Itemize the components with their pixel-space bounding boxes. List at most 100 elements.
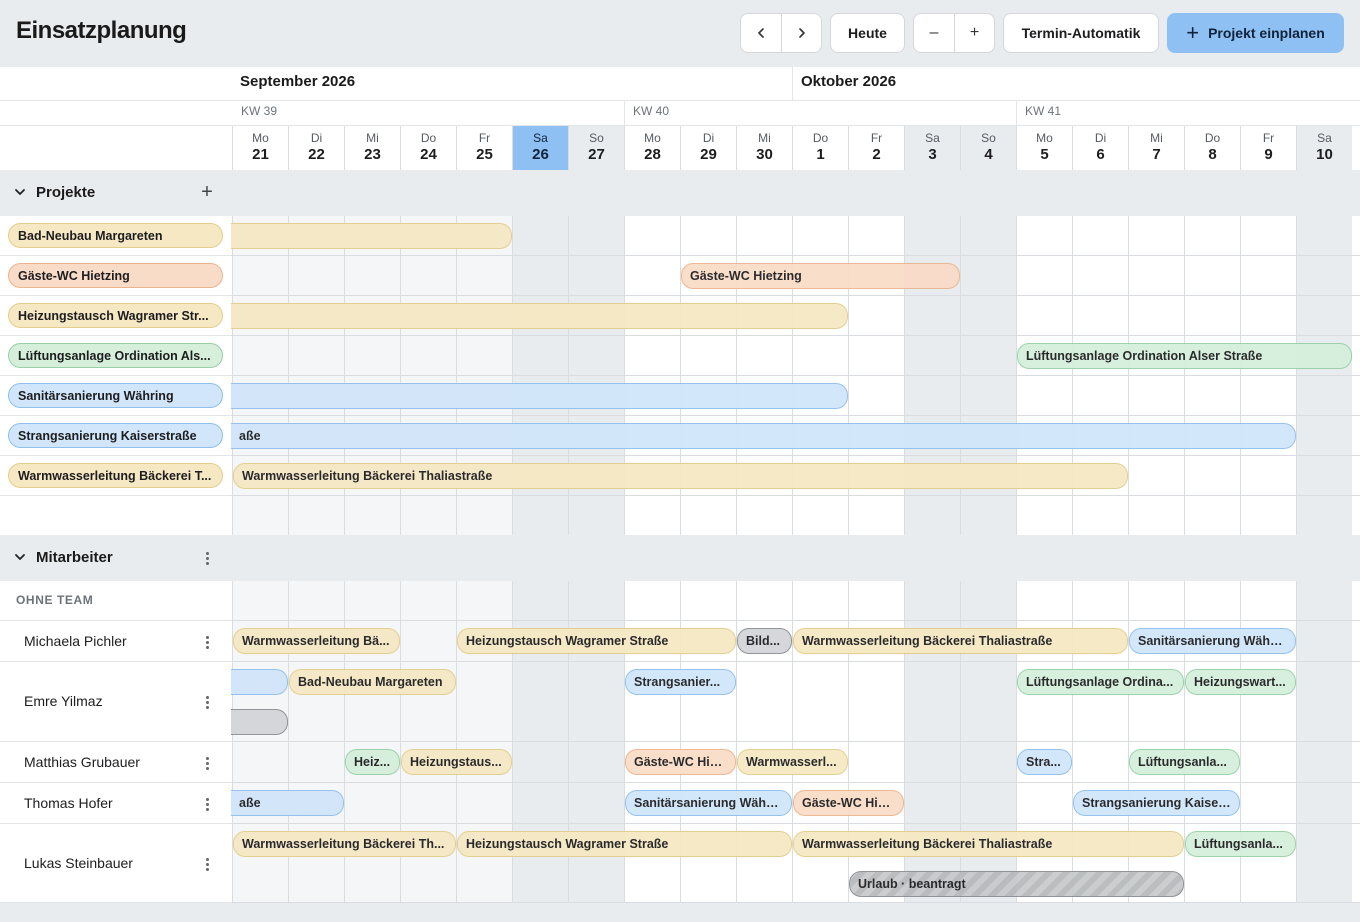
weekday-label: Do xyxy=(1204,131,1221,145)
day-header[interactable]: Fr 9 xyxy=(1240,126,1296,170)
day-header[interactable]: Fr 25 xyxy=(456,126,512,170)
assignment-bar[interactable]: Lüftungsanla... xyxy=(1185,831,1296,857)
assignment-bar[interactable]: Warmwasserleitung Bäckerei Th... xyxy=(233,831,456,857)
more-options-icon[interactable] xyxy=(199,854,215,874)
project-bar[interactable] xyxy=(231,303,848,329)
weekday-label: Fr xyxy=(1262,131,1275,145)
projects-timeline: Gäste-WC Hietzing Lüftungsanlage Ordinati… xyxy=(231,216,1360,535)
assignment-bar[interactable]: Urlaub · beantragt xyxy=(849,871,1184,897)
more-options-icon[interactable] xyxy=(199,692,215,712)
day-header[interactable]: Mo 28 xyxy=(624,126,680,170)
more-options-icon[interactable] xyxy=(199,548,215,568)
zoom-out-button[interactable]: – xyxy=(914,14,954,52)
day-header[interactable]: Mi 7 xyxy=(1128,126,1184,170)
chevron-down-icon[interactable] xyxy=(14,186,26,198)
day-header[interactable]: Di 29 xyxy=(680,126,736,170)
project-item[interactable]: Bad-Neubau Margareten xyxy=(8,223,223,248)
staff-timeline: Warmwasserleitung Bä... Heizungstausch Wa… xyxy=(231,581,1360,903)
assignment-bar[interactable]: Heiz... xyxy=(345,749,400,775)
employee-name[interactable]: Michaela Pichler xyxy=(24,633,127,649)
row-divider xyxy=(0,661,231,662)
assignment-bar[interactable]: Sanitärsanierung Währi... xyxy=(1129,628,1296,654)
day-header[interactable]: Sa 10 xyxy=(1296,126,1352,170)
assignment-bar[interactable]: Strangsanierung Kaiser... xyxy=(1073,790,1240,816)
assignment-bar[interactable]: Warmwasserl... xyxy=(737,749,848,775)
prev-button[interactable] xyxy=(741,14,781,52)
auto-schedule-button[interactable]: Termin-Automatik xyxy=(1003,13,1159,53)
assignment-bar[interactable]: Warmwasserleitung Bäckerei Thaliastraße xyxy=(793,831,1184,857)
assignment-bar[interactable] xyxy=(231,709,288,735)
day-number: 24 xyxy=(420,146,437,163)
day-header[interactable]: Mi 30 xyxy=(736,126,792,170)
assignment-bar[interactable]: Sanitärsanierung Währi... xyxy=(625,790,792,816)
today-button[interactable]: Heute xyxy=(830,13,905,53)
employee-name[interactable]: Matthias Grubauer xyxy=(24,754,140,770)
weekday-label: Sa xyxy=(925,131,940,145)
more-options-icon[interactable] xyxy=(199,753,215,773)
plan-project-button[interactable]: + Projekt einplanen xyxy=(1167,13,1344,53)
day-number: 27 xyxy=(588,146,605,163)
project-bar[interactable]: aße xyxy=(231,423,1296,449)
day-header[interactable]: Mi 23 xyxy=(344,126,400,170)
project-item[interactable]: Lüftungsanlage Ordination Als... xyxy=(8,343,223,368)
day-header[interactable]: So 27 xyxy=(568,126,624,170)
assignment-bar[interactable]: Gäste-WC Hie... xyxy=(793,790,904,816)
assignment-bar[interactable]: Heizungstausch Wagramer Straße xyxy=(457,628,736,654)
day-header[interactable]: Sa 26 xyxy=(512,126,568,170)
assignment-bar[interactable] xyxy=(231,669,288,695)
weekday-label: Mo xyxy=(1036,131,1053,145)
project-item[interactable]: Gäste-WC Hietzing xyxy=(8,263,223,288)
employee-name[interactable]: Lukas Steinbauer xyxy=(24,855,133,871)
day-header[interactable]: Mo 21 xyxy=(232,126,288,170)
assignment-bar[interactable]: Warmwasserleitung Bäckerei Thaliastraße xyxy=(793,628,1128,654)
staff-list: OHNE TEAM Michaela Pichler Emre Yilmaz Matt… xyxy=(0,581,231,903)
assignment-bar[interactable]: Gäste-WC Hie... xyxy=(625,749,736,775)
project-bar[interactable] xyxy=(231,383,848,409)
date-navigation xyxy=(740,13,822,53)
assignment-bar[interactable]: Lüftungsanlage Ordina... xyxy=(1017,669,1184,695)
day-header[interactable]: Di 22 xyxy=(288,126,344,170)
day-number: 25 xyxy=(476,146,493,163)
day-header[interactable]: Fr 2 xyxy=(848,126,904,170)
add-project-button[interactable]: + xyxy=(196,181,218,203)
assignment-bar[interactable]: Strangsanier... xyxy=(625,669,736,695)
project-bar[interactable]: Gäste-WC Hietzing xyxy=(681,263,960,289)
day-number: 21 xyxy=(252,146,269,163)
row-divider xyxy=(231,620,1360,621)
day-header[interactable]: Do 8 xyxy=(1184,126,1240,170)
assignment-bar[interactable]: Bad-Neubau Margareten xyxy=(289,669,456,695)
row-divider xyxy=(231,661,1360,662)
project-item[interactable]: Heizungstausch Wagramer Str... xyxy=(8,303,223,328)
row-divider xyxy=(0,495,231,496)
day-number: 1 xyxy=(816,146,825,163)
day-header[interactable]: Di 6 xyxy=(1072,126,1128,170)
day-header[interactable]: Do 24 xyxy=(400,126,456,170)
project-item[interactable]: Strangsanierung Kaiserstraße xyxy=(8,423,223,448)
week-divider xyxy=(624,101,625,126)
employee-name[interactable]: Thomas Hofer xyxy=(24,795,113,811)
assignment-bar[interactable]: Heizungstausch Wagramer Straße xyxy=(457,831,792,857)
assignment-bar[interactable]: aße xyxy=(231,790,344,816)
project-item[interactable]: Sanitärsanierung Währing xyxy=(8,383,223,408)
chevron-down-icon[interactable] xyxy=(14,551,26,563)
assignment-bar[interactable]: Heizungstaus... xyxy=(401,749,512,775)
assignment-bar[interactable]: Heizungswart... xyxy=(1185,669,1296,695)
day-header[interactable]: So 4 xyxy=(960,126,1016,170)
more-options-icon[interactable] xyxy=(199,632,215,652)
project-bar[interactable]: Lüftungsanlage Ordination Alser Straße xyxy=(1017,343,1352,369)
plan-project-label: Projekt einplanen xyxy=(1208,25,1325,41)
more-options-icon[interactable] xyxy=(199,794,215,814)
assignment-bar[interactable]: Stra... xyxy=(1017,749,1072,775)
next-button[interactable] xyxy=(781,14,821,52)
day-header[interactable]: Mo 5 xyxy=(1016,126,1072,170)
assignment-bar[interactable]: Lüftungsanla... xyxy=(1129,749,1240,775)
employee-name[interactable]: Emre Yilmaz xyxy=(24,693,103,709)
assignment-bar[interactable]: Warmwasserleitung Bä... xyxy=(233,628,400,654)
day-header[interactable]: Sa 3 xyxy=(904,126,960,170)
project-item[interactable]: Warmwasserleitung Bäckerei T... xyxy=(8,463,223,488)
project-bar[interactable] xyxy=(231,223,512,249)
day-header[interactable]: Do 1 xyxy=(792,126,848,170)
assignment-bar[interactable]: Bild... xyxy=(737,628,792,654)
project-bar[interactable]: Warmwasserleitung Bäckerei Thaliastraße xyxy=(233,463,1128,489)
zoom-in-button[interactable]: + xyxy=(954,14,994,52)
